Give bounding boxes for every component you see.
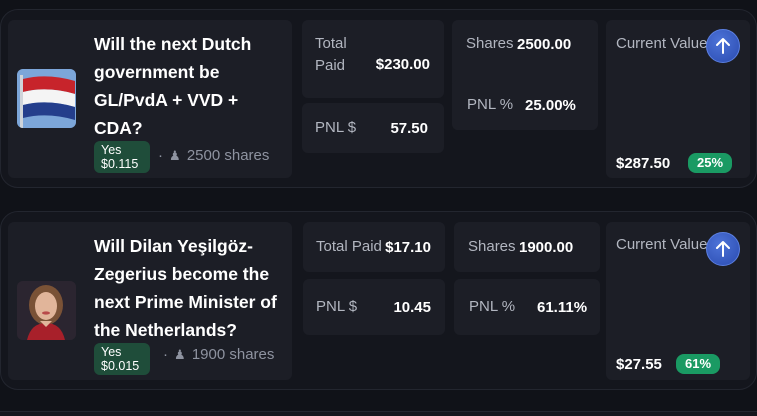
change-percent-badge: 25%	[688, 153, 733, 173]
shares-value: 2500.00	[517, 36, 572, 53]
total-paid-tile: Total Paid $230.00	[302, 20, 444, 98]
market-thumbnail	[17, 281, 76, 340]
pnl-percent-tile: PNL % 25.00%	[452, 80, 598, 130]
pnl-value: 57.50	[390, 120, 428, 137]
total-paid-label: Total Paid	[315, 35, 347, 74]
separator-dot: ·	[163, 346, 168, 363]
pnl-tile: PNL $ 57.50	[302, 103, 444, 153]
person-portrait-icon	[17, 281, 76, 340]
shares-count: 2500 shares	[186, 147, 270, 164]
outcome-badge: Yes $0.015	[94, 343, 150, 375]
current-value-amount: $287.50	[616, 155, 671, 172]
shares-count: 1900 shares	[191, 346, 275, 363]
market-question[interactable]: Will Dilan Yeşilgöz-Zegerius become the …	[94, 232, 289, 344]
expand-button[interactable]	[706, 232, 740, 266]
current-value-tile: Current Value $287.50 25%	[606, 20, 750, 178]
outcome-label: Yes	[101, 345, 122, 359]
holders-icon: ♟	[174, 347, 186, 362]
market-thumbnail	[17, 69, 76, 128]
pnl-percent-value: 61.11%	[537, 299, 588, 316]
total-paid-label: Total Paid	[316, 238, 382, 255]
current-value-amount: $27.55	[616, 356, 662, 373]
next-card-edge	[0, 411, 757, 416]
separator-dot: ·	[158, 147, 163, 164]
pnl-percent-label: PNL %	[469, 298, 516, 315]
arrow-up-icon	[716, 241, 730, 257]
total-paid-tile: Total Paid $17.10	[303, 222, 445, 272]
pnl-label: PNL $	[316, 298, 358, 315]
pnl-label: PNL $	[315, 119, 357, 136]
total-paid-value: $17.10	[385, 239, 431, 256]
pnl-value: 10.45	[393, 299, 431, 316]
pnl-percent-tile: PNL % 61.11%	[454, 279, 600, 335]
arrow-up-icon	[716, 38, 730, 54]
change-percent-badge: 61%	[676, 354, 721, 374]
pnl-percent-value: 25.00%	[525, 97, 576, 114]
expand-button[interactable]	[706, 29, 740, 63]
outcome-price: $0.015	[101, 359, 140, 373]
market-question[interactable]: Will the next Dutch government be GL/Pvd…	[94, 30, 289, 142]
market-tile[interactable]: Will the next Dutch government be GL/Pvd…	[8, 20, 292, 178]
pnl-tile: PNL $ 10.45	[303, 279, 445, 335]
shares-meta: · ♟ 2500 shares	[158, 147, 269, 164]
holders-icon: ♟	[169, 148, 181, 163]
shares-label: Shares	[468, 238, 516, 255]
netherlands-flag-icon	[17, 69, 76, 128]
market-tile[interactable]: Will Dilan Yeşilgöz-Zegerius become the …	[8, 222, 292, 380]
current-value-label: Current Value	[616, 236, 708, 253]
position-card[interactable]: Will Dilan Yeşilgöz-Zegerius become the …	[0, 211, 757, 390]
pnl-percent-label: PNL %	[467, 96, 514, 113]
position-card[interactable]: Will the next Dutch government be GL/Pvd…	[0, 9, 757, 188]
outcome-price: $0.115	[101, 157, 139, 171]
shares-label: Shares	[466, 35, 514, 52]
shares-meta: · ♟ 1900 shares	[163, 346, 274, 363]
outcome-badge: Yes $0.115	[94, 141, 150, 173]
current-value-label: Current Value	[616, 35, 708, 52]
shares-value: 1900.00	[519, 239, 574, 256]
total-paid-value: $230.00	[375, 56, 430, 73]
outcome-label: Yes	[101, 143, 122, 157]
current-value-tile: Current Value $27.55 61%	[606, 222, 750, 380]
shares-tile: Shares 1900.00	[454, 222, 600, 272]
